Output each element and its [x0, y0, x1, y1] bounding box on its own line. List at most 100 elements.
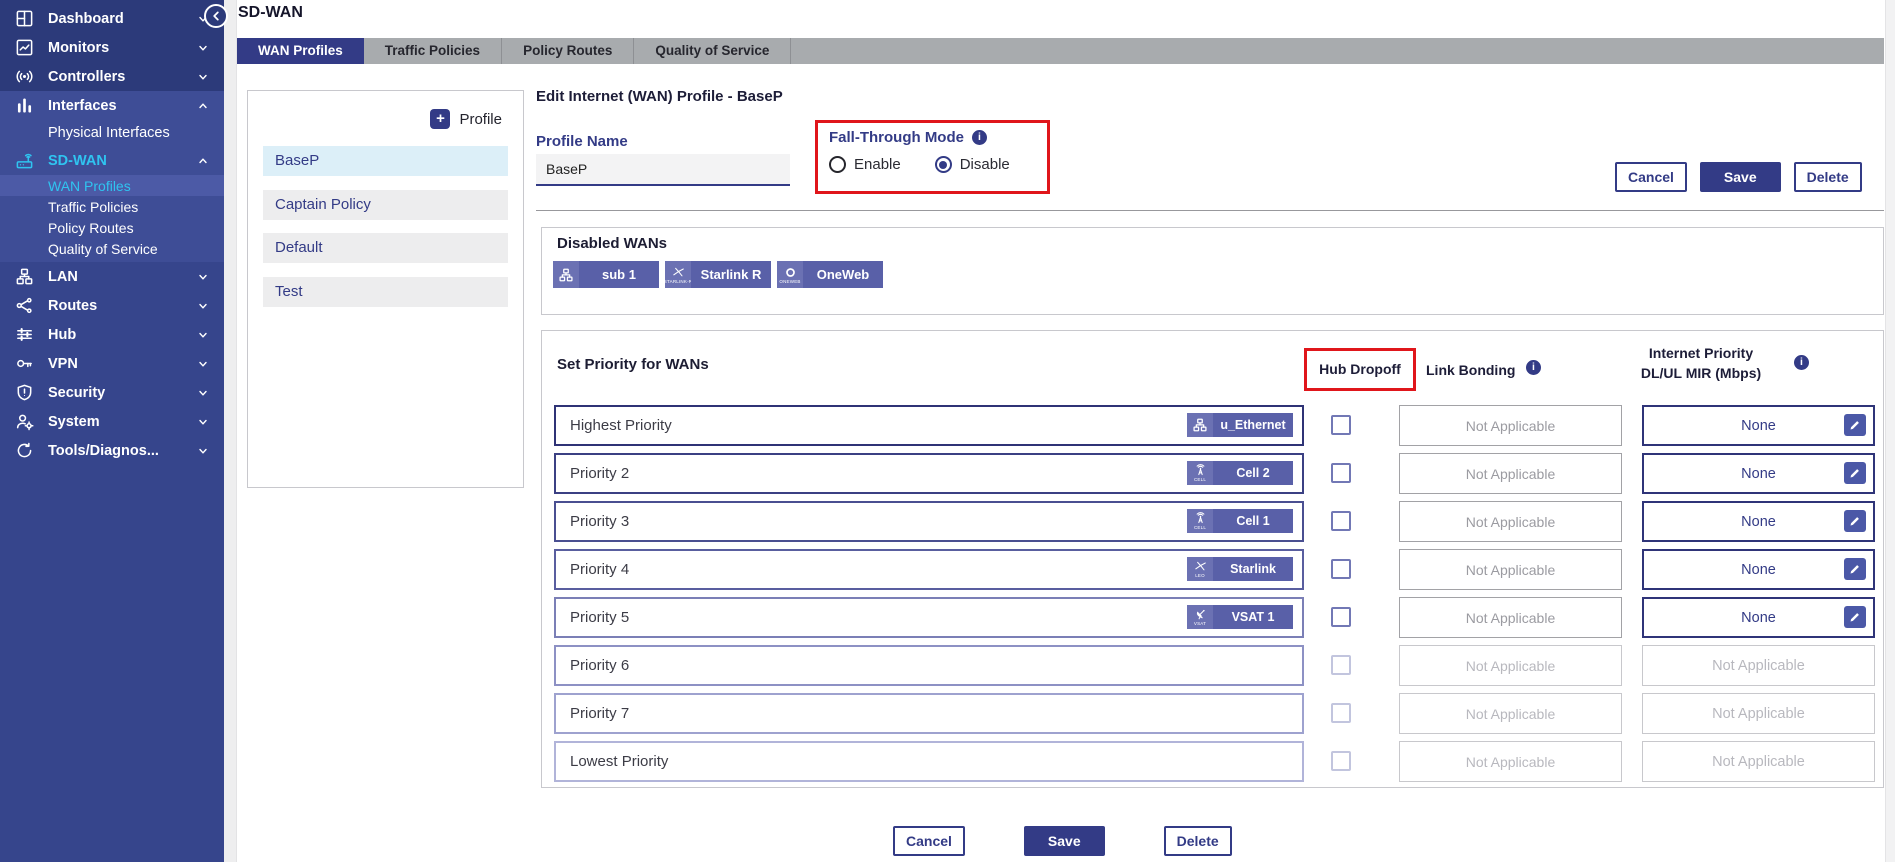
tools-icon: [15, 441, 34, 460]
oneweb-icon: ONEWEB: [777, 261, 803, 288]
priority-row-label: Priority 4: [570, 551, 629, 588]
wan-chip-caption: CELL: [1194, 477, 1206, 482]
edit-internet-priority-button[interactable]: [1844, 462, 1866, 484]
internet-priority-value[interactable]: None: [1642, 549, 1875, 590]
sidebar-item-sd-wan[interactable]: SD-WAN: [0, 146, 224, 175]
chevron-up-icon: [197, 100, 209, 112]
priority-row-highest-priority: Highest Priorityu_Ethernet: [554, 405, 1304, 446]
save-button[interactable]: Save: [1024, 826, 1105, 856]
sidebar-section: LANRoutes Hub VPN Security SystemTools/Diagn…: [0, 262, 224, 862]
hub-dropoff-checkbox: [1331, 751, 1351, 771]
delete-button[interactable]: Delete: [1794, 162, 1862, 192]
internet-priority-value: Not Applicable: [1642, 645, 1875, 686]
edit-internet-priority-button[interactable]: [1844, 558, 1866, 580]
internet-priority-text: Not Applicable: [1712, 658, 1805, 674]
sidebar-item-vpn[interactable]: VPN: [0, 349, 224, 378]
edit-internet-priority-button[interactable]: [1844, 510, 1866, 532]
cancel-button[interactable]: Cancel: [893, 826, 965, 856]
sidebar-collapse-button[interactable]: [204, 4, 228, 28]
disabled-wans-chips: sub 1STARLINK-RStarlink RONEWEBOneWeb: [553, 261, 883, 288]
sidebar-scrollbar[interactable]: [224, 0, 237, 862]
sidebar-item-controllers[interactable]: Controllers: [0, 62, 224, 91]
info-icon[interactable]: i: [972, 130, 987, 145]
sidebar-item-label: Interfaces: [48, 98, 117, 114]
internet-priority-info-icon[interactable]: i: [1794, 355, 1809, 370]
wan-chip-caption: CELL: [1194, 525, 1206, 530]
delete-button[interactable]: Delete: [1164, 826, 1232, 856]
sidebar-item-label: Dashboard: [48, 11, 124, 27]
sidebar-item-routes[interactable]: Routes: [0, 291, 224, 320]
wan-chip-starlink: LEOStarlink: [1187, 557, 1293, 581]
wan-chip-label: OneWeb: [803, 261, 883, 288]
sidebar-item-label: Security: [48, 385, 105, 401]
internet-priority-value[interactable]: None: [1642, 501, 1875, 542]
wan-chip-label: VSAT 1: [1213, 605, 1293, 629]
tab-traffic-policies[interactable]: Traffic Policies: [364, 38, 502, 64]
profile-list-item-default[interactable]: Default: [263, 233, 508, 263]
page-scrollbar[interactable]: [1885, 0, 1895, 862]
starlink-icon: LEO: [1187, 557, 1213, 581]
sidebar-item-hub[interactable]: Hub: [0, 320, 224, 349]
pencil-icon: [1848, 466, 1862, 480]
radio-option-disable[interactable]: Disable: [935, 156, 1010, 173]
monitors-icon: [15, 38, 34, 57]
pencil-icon: [1848, 514, 1862, 528]
hub-dropoff-checkbox[interactable]: [1331, 511, 1351, 531]
dashboard-icon: [15, 9, 34, 28]
sidebar-item-quality-of-service[interactable]: Quality of Service: [0, 238, 224, 259]
sidebar: Dashboard MonitorsControllers Interfaces Ph…: [0, 0, 224, 862]
hub-dropoff-checkbox[interactable]: [1331, 607, 1351, 627]
lan-icon: [15, 267, 34, 286]
profile-name-input[interactable]: [536, 154, 790, 186]
sidebar-item-interfaces[interactable]: Interfaces: [0, 91, 224, 120]
internet-priority-value[interactable]: None: [1642, 597, 1875, 638]
ethernet-icon: [1192, 417, 1208, 433]
sidebar-item-system[interactable]: System: [0, 407, 224, 436]
internet-priority-text: None: [1741, 562, 1776, 578]
vsat-icon: [1194, 608, 1207, 621]
sidebar-item-traffic-policies[interactable]: Traffic Policies: [0, 196, 224, 217]
profile-list-item-captain-policy[interactable]: Captain Policy: [263, 190, 508, 220]
edit-internet-priority-button[interactable]: [1844, 606, 1866, 628]
link-bonding-info-icon[interactable]: i: [1526, 360, 1541, 375]
profile-list-item-test[interactable]: Test: [263, 277, 508, 307]
chevron-down-icon: [197, 329, 209, 341]
hub-dropoff-checkbox[interactable]: [1331, 463, 1351, 483]
link-bonding-value: Not Applicable: [1399, 645, 1622, 686]
sidebar-item-lan[interactable]: LAN: [0, 262, 224, 291]
tab-quality-of-service[interactable]: Quality of Service: [634, 38, 791, 64]
radio-option-enable[interactable]: Enable: [829, 156, 901, 173]
internet-priority-value[interactable]: None: [1642, 453, 1875, 494]
internet-priority-text: None: [1741, 514, 1776, 530]
internet-priority-value[interactable]: None: [1642, 405, 1875, 446]
sidebar-item-physical-interfaces[interactable]: Physical Interfaces: [0, 120, 224, 146]
wan-chip-label: Cell 2: [1213, 461, 1293, 485]
profile-list-item-basep[interactable]: BaseP: [263, 146, 508, 176]
wan-chip-vsat-1: VSATVSAT 1: [1187, 605, 1293, 629]
wan-chip-oneweb: ONEWEBOneWeb: [777, 261, 883, 288]
tab-policy-routes[interactable]: Policy Routes: [502, 38, 634, 64]
sidebar-item-tools-diagnos[interactable]: Tools/Diagnos...: [0, 436, 224, 465]
sidebar-item-monitors[interactable]: Monitors: [0, 33, 224, 62]
top-action-buttons: Cancel Save Delete: [1615, 162, 1862, 192]
set-priority-label: Set Priority for WANs: [557, 356, 709, 373]
cell-icon: CELL: [1187, 461, 1213, 485]
link-bonding-value: Not Applicable: [1399, 405, 1622, 446]
priority-row-label: Lowest Priority: [570, 743, 668, 780]
add-profile-button[interactable]: + Profile: [430, 109, 502, 129]
tab-wan-profiles[interactable]: WAN Profiles: [237, 38, 364, 64]
save-button[interactable]: Save: [1700, 162, 1781, 192]
edit-internet-priority-button[interactable]: [1844, 414, 1866, 436]
page-title: SD-WAN: [238, 4, 303, 22]
wan-chip-label: Starlink R: [691, 261, 771, 288]
cancel-button[interactable]: Cancel: [1615, 162, 1687, 192]
sidebar-item-dashboard[interactable]: Dashboard: [0, 4, 224, 33]
hub-dropoff-checkbox[interactable]: [1331, 559, 1351, 579]
hub-dropoff-checkbox[interactable]: [1331, 415, 1351, 435]
sidebar-item-security[interactable]: Security: [0, 378, 224, 407]
ethernet-icon: [558, 267, 574, 283]
sidebar-item-wan-profiles[interactable]: WAN Profiles: [0, 175, 224, 196]
sidebar-item-policy-routes[interactable]: Policy Routes: [0, 217, 224, 238]
chevron-down-icon: [197, 42, 209, 54]
sidebar-item-label: Hub: [48, 327, 76, 343]
